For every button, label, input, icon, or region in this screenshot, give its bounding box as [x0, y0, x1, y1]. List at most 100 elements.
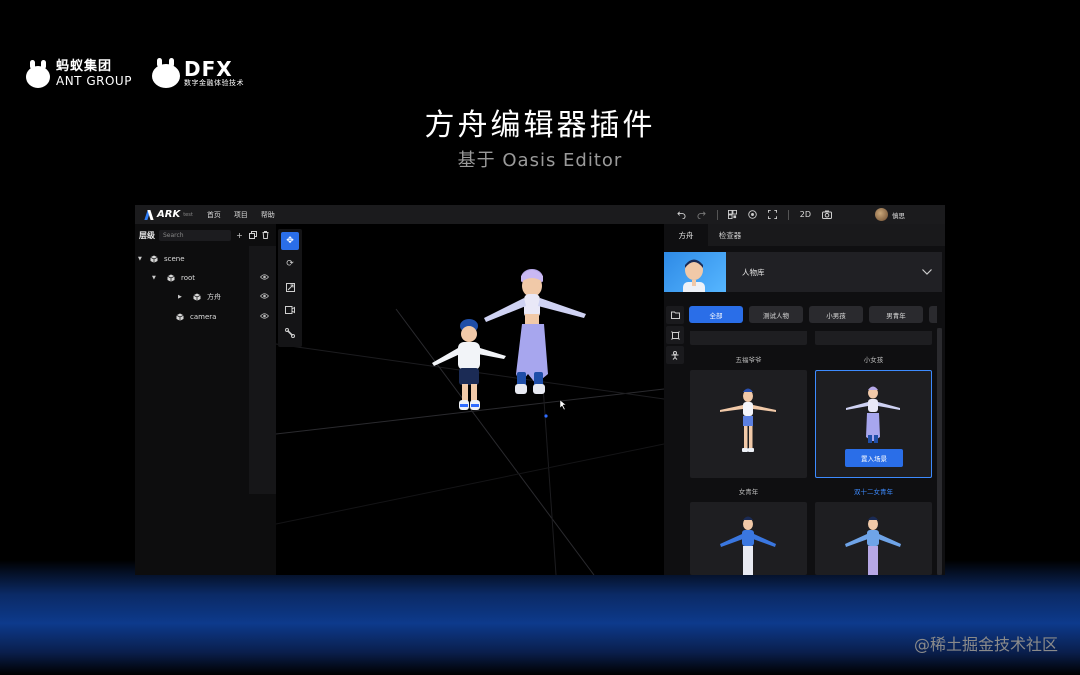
dfx-logo-icon: [152, 58, 180, 88]
tree-item-root[interactable]: ▼ root: [152, 271, 276, 285]
brand-tag: test: [183, 211, 193, 218]
character-library-header[interactable]: 人物库: [664, 252, 942, 292]
cube-icon: [176, 313, 184, 321]
card-top-partial[interactable]: [690, 331, 807, 345]
camera-view-icon[interactable]: [281, 301, 299, 319]
toolbar-separator: [787, 209, 789, 220]
folder-icon[interactable]: [666, 306, 684, 324]
library-thumbnail: [664, 252, 726, 292]
category-filters: 全部 测试人物 小男孩 男青年: [689, 306, 937, 323]
brand[interactable]: ARK test: [145, 209, 193, 220]
dfx-logo: DFX 数字金融体验技术: [152, 58, 244, 88]
move-icon[interactable]: ✥: [281, 232, 299, 250]
rotate-icon[interactable]: ⟳: [281, 255, 299, 273]
cube-icon: [167, 274, 175, 282]
card-label: 五福爷爷: [735, 356, 762, 364]
ant-logo-en: ANT GROUP: [56, 73, 132, 88]
card-label-selected: 双十二女青年: [854, 488, 893, 496]
eye-circle-icon[interactable]: [748, 210, 758, 220]
tab-inspector[interactable]: 检查器: [708, 224, 752, 246]
tree-item-camera[interactable]: camera: [176, 310, 276, 324]
library-scrollbar[interactable]: [937, 328, 942, 575]
brand-name: ARK: [157, 209, 181, 220]
filter-little-boy[interactable]: 小男孩: [809, 306, 863, 323]
filter-test-characters[interactable]: 测试人物: [749, 306, 803, 323]
slide-background-glow: [0, 560, 1080, 675]
delete-icon[interactable]: [261, 231, 270, 240]
hierarchy-header: 层级 +: [135, 224, 276, 246]
library-scrollbar-thumb[interactable]: [937, 328, 942, 575]
transform-toolbar: ✥ ⟳: [278, 229, 302, 347]
top-bar: ARK test 首页 项目 帮助 2D 慎思: [135, 205, 945, 224]
toolbar-right: 2D 慎思: [672, 205, 945, 224]
scale-icon[interactable]: [281, 278, 299, 296]
eye-icon[interactable]: [259, 313, 270, 321]
character-card[interactable]: [690, 370, 807, 478]
filter-overflow[interactable]: [929, 306, 937, 323]
slide-subtitle: 基于 Oasis Editor: [457, 150, 623, 171]
hierarchy-title: 层级: [139, 230, 155, 240]
tree-item-label: root: [181, 274, 196, 282]
toolbar-separator: [716, 209, 718, 220]
tree-item-label: camera: [190, 313, 217, 321]
library-title: 人物库: [742, 267, 765, 277]
right-panel-tabs: 方舟 检查器: [664, 224, 945, 246]
scene-grid: [276, 269, 664, 575]
menu-project[interactable]: 项目: [234, 210, 248, 220]
eye-icon[interactable]: [259, 274, 270, 282]
cube-icon: [193, 293, 201, 301]
character-card-selected[interactable]: 置入场景: [815, 370, 932, 478]
user-name: 慎思: [892, 211, 905, 220]
dfx-logo-subtext: 数字金融体验技术: [184, 78, 244, 87]
chevron-down-icon[interactable]: [922, 267, 932, 278]
hierarchy-search-input[interactable]: [159, 229, 231, 241]
ark-editor-window: ARK test 首页 项目 帮助 2D 慎思 层级 Search + ▼ sc…: [135, 205, 945, 575]
ant-group-logo: 蚂蚁集团 ANT GROUP: [26, 59, 132, 88]
duplicate-icon[interactable]: [248, 231, 257, 240]
dfx-logo-text: DFX: [184, 56, 233, 81]
scene-viewport[interactable]: [276, 224, 664, 575]
qrcode-icon[interactable]: [728, 210, 738, 220]
bone-icon[interactable]: [281, 324, 299, 342]
character-card[interactable]: [690, 502, 807, 575]
tree-item-label: scene: [164, 255, 185, 263]
add-icon[interactable]: +: [235, 231, 244, 240]
tree-item-label: 方舟: [207, 293, 221, 301]
tree-item-scene[interactable]: ▼ scene: [138, 252, 279, 266]
tab-fangzhou[interactable]: 方舟: [664, 224, 708, 246]
character-card[interactable]: [815, 502, 932, 575]
ark-logo-icon: [145, 210, 154, 220]
ant-logo-cn: 蚂蚁集团: [56, 59, 113, 75]
boy-model[interactable]: [432, 319, 506, 410]
caret-right-icon[interactable]: ▶: [178, 294, 184, 300]
menu-home[interactable]: 首页: [207, 210, 221, 220]
slide-title: 方舟编辑器插件: [424, 108, 656, 143]
cube-icon: [150, 255, 158, 263]
add-to-scene-button[interactable]: 置入场景: [845, 449, 903, 467]
eye-icon[interactable]: [259, 293, 270, 301]
person-icon[interactable]: [666, 346, 684, 364]
hierarchy-panel: 层级 + ▼ scene ▼ root ▶ 方舟: [135, 224, 276, 575]
camera-icon[interactable]: [822, 210, 832, 220]
undo-icon[interactable]: [677, 210, 687, 220]
filter-all[interactable]: 全部: [689, 306, 743, 323]
mode-2d-button[interactable]: 2D: [800, 210, 811, 219]
card-label: 小女孩: [863, 356, 884, 364]
avatar: [875, 208, 888, 221]
card-top-partial[interactable]: [815, 331, 932, 345]
panel-side-icons: [666, 306, 686, 366]
watermark: @稀土掘金技术社区: [913, 635, 1058, 654]
main-menu: 首页 项目 帮助: [207, 210, 275, 220]
redo-icon[interactable]: [697, 210, 707, 220]
model-icon[interactable]: [666, 326, 684, 344]
caret-down-icon[interactable]: ▼: [152, 275, 158, 281]
filter-young-man[interactable]: 男青年: [869, 306, 923, 323]
menu-help[interactable]: 帮助: [261, 210, 275, 220]
right-panel: 方舟 检查器 人物库 全部 测试人物 小男孩 男青年 五福爷爷 小女孩 置入场景…: [664, 224, 945, 575]
card-label: 女青年: [738, 488, 759, 496]
fullscreen-icon[interactable]: [768, 210, 778, 220]
user-menu[interactable]: 慎思: [875, 208, 905, 221]
caret-down-icon[interactable]: ▼: [138, 256, 144, 262]
ant-logo-icon: [26, 60, 50, 88]
tree-item-fangzhou[interactable]: ▶ 方舟: [178, 290, 276, 304]
